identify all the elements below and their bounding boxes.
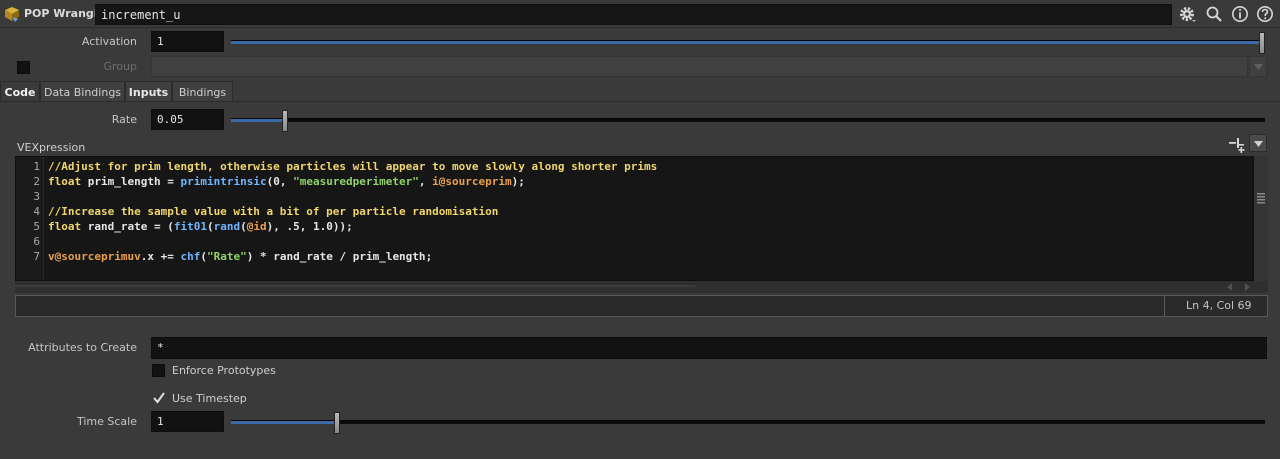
activation-field[interactable]: 1 (151, 31, 224, 52)
checkmark-icon (153, 392, 165, 404)
attributes-to-create-field[interactable]: * (151, 337, 1267, 359)
line-number: 6 (33, 235, 40, 248)
cursor-position: Ln 4, Col 69 (1164, 296, 1267, 316)
line-number: 5 (33, 220, 40, 233)
tab-bindings[interactable]: Bindings (172, 81, 233, 102)
line-number-gutter: 1 2 3 4 5 6 7 (16, 157, 44, 280)
vexpression-label: VEXpression (17, 141, 86, 154)
time-scale-slider[interactable] (231, 412, 1265, 434)
editor-horizontal-scrollbar[interactable] (15, 281, 1268, 293)
use-timestep-checkbox[interactable] (152, 391, 166, 405)
editor-vertical-scrollbar[interactable] (1254, 156, 1268, 281)
enforce-prototypes-checkbox[interactable] (152, 364, 165, 377)
group-label: Group (103, 60, 138, 73)
editor-status-bar: Ln 4, Col 69 (15, 295, 1268, 317)
line-number: 4 (33, 205, 40, 218)
line-number: 7 (33, 250, 40, 263)
gear-icon[interactable] (1178, 5, 1196, 23)
node-type-label: POP Wrangle (24, 7, 106, 20)
code-line: float prim_length = primintrinsic(0, "me… (48, 175, 525, 188)
use-timestep-label: Use Timestep (172, 392, 247, 405)
help-icon[interactable] (1256, 5, 1274, 23)
attributes-to-create-label: Attributes to Create (28, 341, 137, 354)
rate-slider-fill (231, 119, 285, 122)
rate-slider-handle[interactable] (282, 110, 288, 132)
time-scale-slider-fill (231, 421, 337, 424)
line-number: 1 (33, 160, 40, 173)
tab-code[interactable]: Code (0, 81, 40, 102)
rate-label: Rate (111, 113, 137, 126)
node-name-field[interactable]: increment_u (95, 4, 1172, 25)
scroll-left-icon[interactable] (1226, 283, 1234, 291)
time-scale-field[interactable]: 1 (151, 411, 224, 432)
node-type-icon[interactable] (3, 6, 21, 23)
tab-data-bindings[interactable]: Data Bindings (40, 81, 125, 102)
code-view: //Adjust for prim length, otherwise part… (44, 157, 696, 280)
activation-slider[interactable] (231, 32, 1265, 54)
time-scale-label: Time Scale (76, 415, 137, 428)
rate-field[interactable]: 0.05 (151, 109, 224, 130)
scroll-right-icon[interactable] (1243, 283, 1251, 291)
chevron-down-icon (1254, 64, 1263, 70)
tab-divider (0, 101, 1280, 102)
search-icon[interactable] (1205, 5, 1223, 23)
line-number: 3 (33, 190, 40, 203)
info-icon[interactable] (1231, 5, 1249, 23)
code-line: //Increase the sample value with a bit o… (48, 205, 499, 218)
line-number: 2 (33, 175, 40, 188)
time-scale-slider-handle[interactable] (334, 412, 340, 434)
horizontal-scroll-thumb[interactable] (15, 285, 695, 287)
rate-slider[interactable] (231, 110, 1265, 132)
expression-dropdown-button[interactable] (1249, 134, 1267, 152)
code-line: //Adjust for prim length, otherwise part… (48, 160, 658, 173)
code-line: v@sourceprimuv.x += chf("Rate") * rand_r… (48, 250, 433, 263)
enforce-prototypes-label: Enforce Prototypes (172, 364, 276, 377)
expression-menu-icon[interactable] (1228, 136, 1246, 154)
vex-code-editor[interactable]: 1 2 3 4 5 6 7 //Adjust for prim length, … (15, 156, 1254, 281)
group-field[interactable] (151, 56, 1248, 77)
group-dropdown-button[interactable] (1249, 56, 1267, 77)
code-line: float rand_rate = (fit01(rand(@id), .5, … (48, 220, 353, 233)
activation-slider-handle[interactable] (1259, 32, 1265, 54)
scroll-grip-icon (1257, 193, 1265, 204)
tab-inputs[interactable]: Inputs (125, 81, 172, 102)
activation-label: Activation (81, 35, 137, 48)
chevron-down-icon (1254, 141, 1263, 147)
activation-slider-fill (231, 41, 1262, 44)
group-enable-checkbox[interactable] (17, 61, 30, 74)
